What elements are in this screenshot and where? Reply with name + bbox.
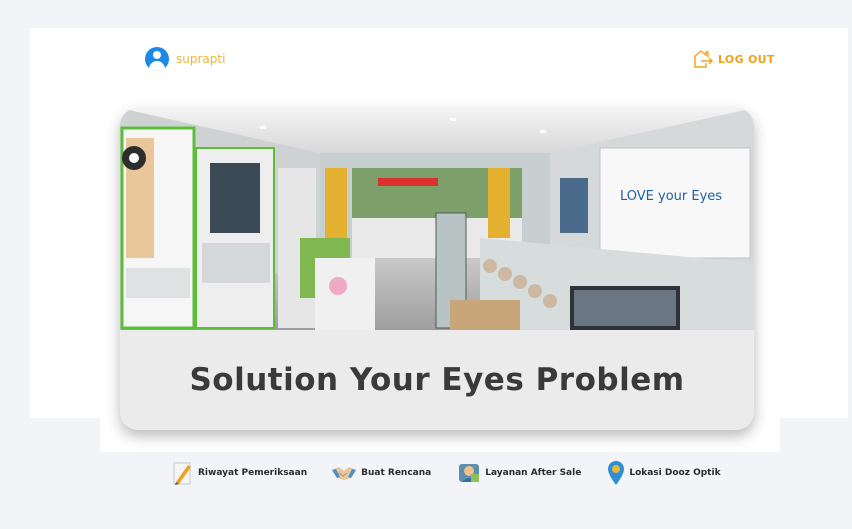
handshake-icon (332, 467, 357, 480)
hero-title: Solution Your Eyes Problem (189, 362, 685, 398)
service-icon (459, 464, 480, 482)
menu-label: Lokasi Dooz Optik (629, 468, 721, 478)
user-profile[interactable]: suprapti (145, 46, 225, 72)
hero-caption: Solution Your Eyes Problem (120, 330, 754, 430)
menu-item-riwayat-pemeriksaan[interactable]: Riwayat Pemeriksaan (172, 460, 307, 486)
logout-label: LOG OUT (718, 52, 775, 66)
user-avatar-icon (145, 47, 169, 71)
menu-label: Layanan After Sale (485, 468, 582, 478)
menu-label: Buat Rencana (361, 468, 432, 478)
store-sign-text: LOVE your Eyes (620, 189, 722, 204)
logout-button[interactable]: LOG OUT (692, 49, 775, 69)
logout-icon (693, 50, 713, 68)
hero-card: LOVE your Eyes Solution Your Eyes Proble… (120, 108, 754, 430)
location-pin-icon (608, 461, 625, 485)
document-pen-icon (173, 462, 191, 485)
menu-label: Riwayat Pemeriksaan (198, 468, 308, 478)
bottom-menu: Riwayat Pemeriksaan Buat Rencana Layanan… (172, 456, 721, 490)
store-interior-image: LOVE your Eyes (120, 108, 754, 330)
menu-item-buat-rencana[interactable]: Buat Rencana (331, 460, 431, 486)
menu-item-lokasi-dooz-optik[interactable]: Lokasi Dooz Optik (607, 460, 721, 486)
menu-item-layanan-after-sale[interactable]: Layanan After Sale (457, 460, 581, 486)
user-name: suprapti (176, 52, 226, 66)
